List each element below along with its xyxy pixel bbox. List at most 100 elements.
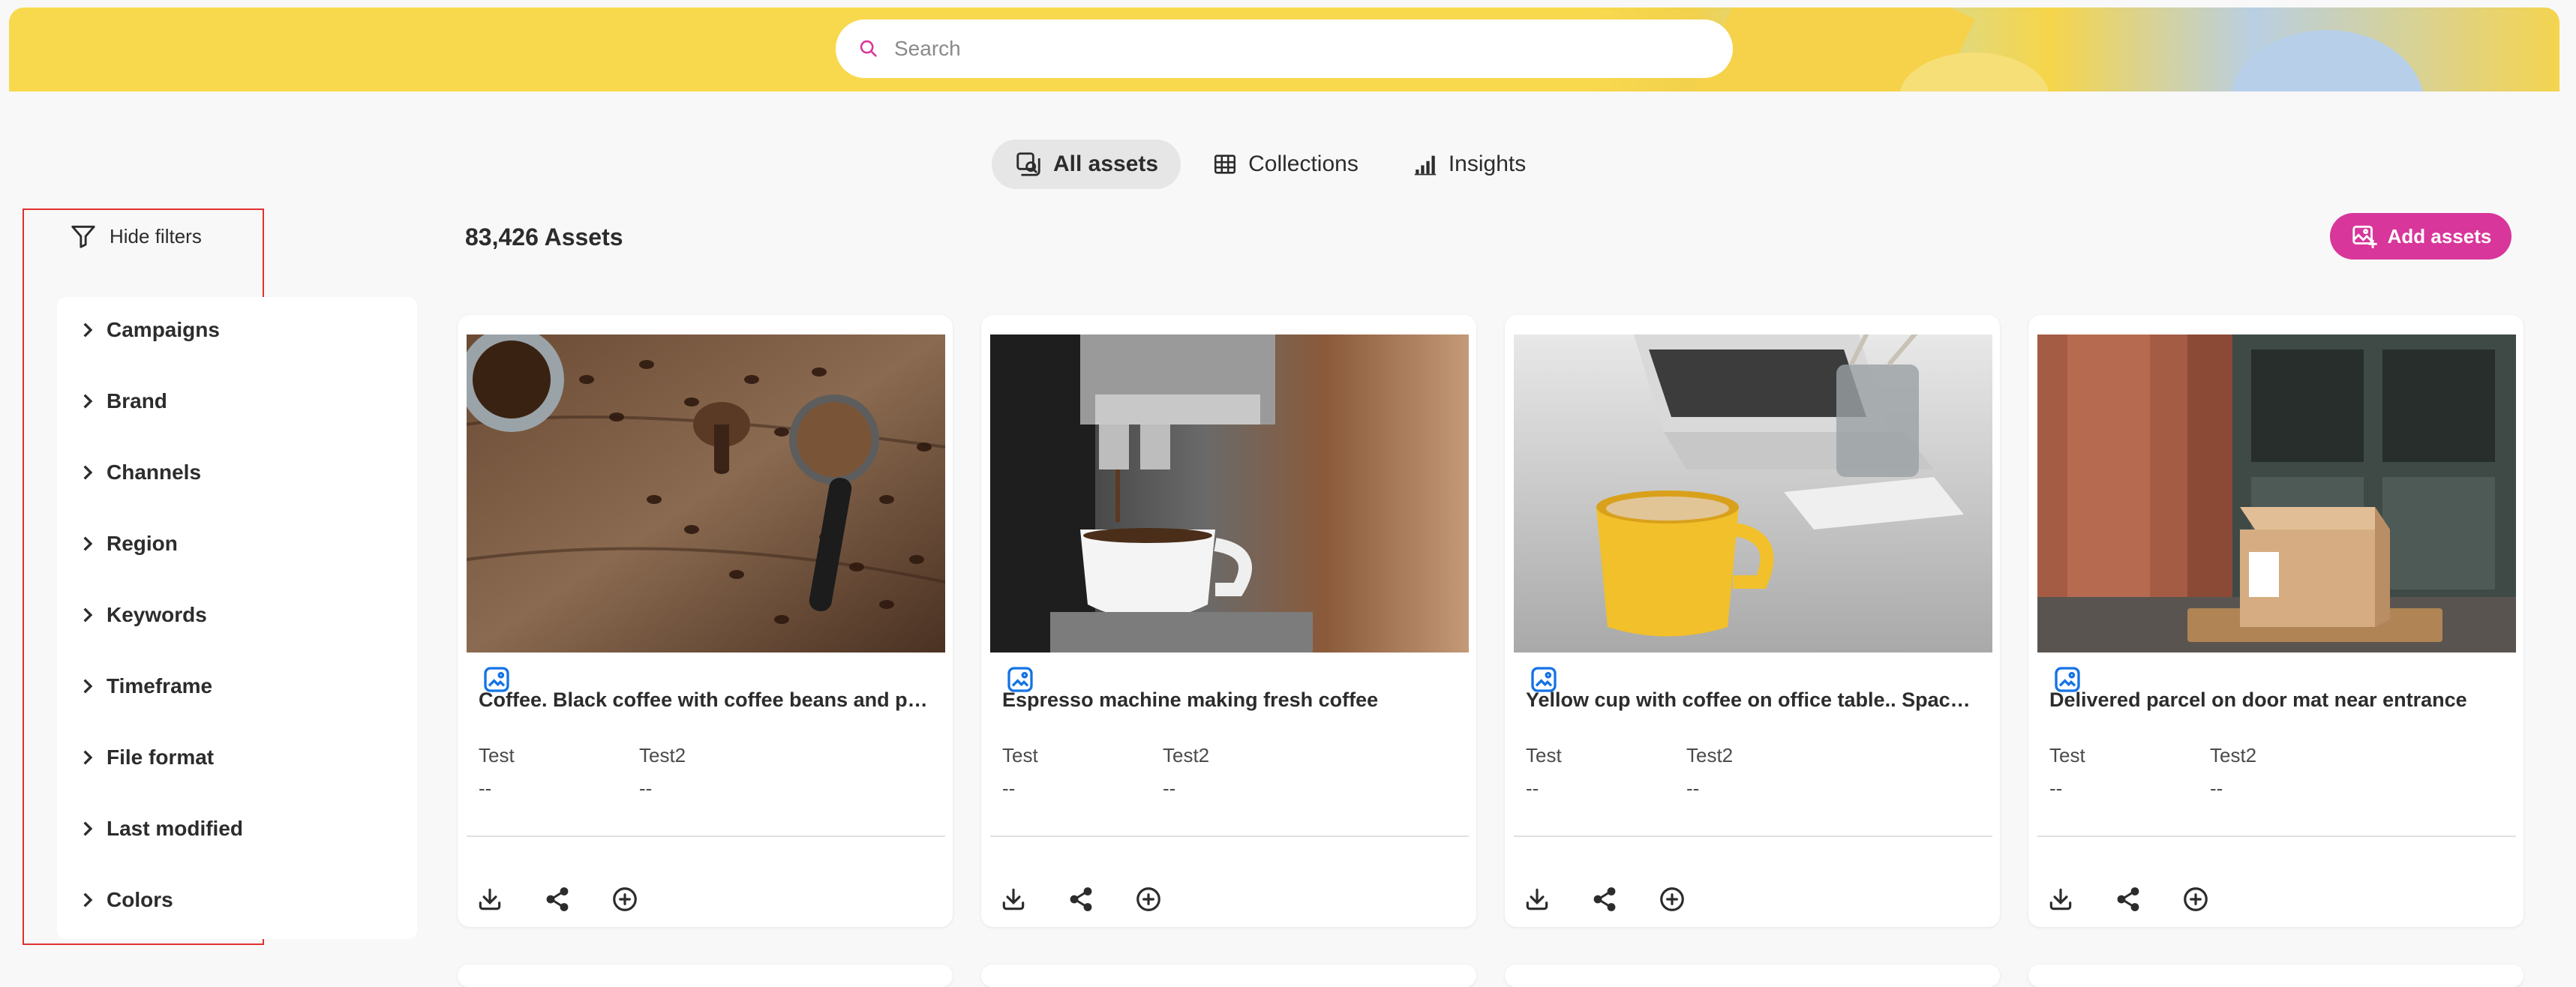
add-circle-icon (2184, 887, 2208, 911)
asset-thumbnail[interactable] (467, 334, 945, 652)
meta-value: -- (1002, 777, 1016, 800)
download-button[interactable] (2045, 884, 2076, 915)
view-tabs: All assets Collections Insights (992, 140, 1548, 189)
chevron-right-icon (83, 892, 93, 908)
meta-value: -- (1163, 777, 1176, 800)
card-actions (2045, 884, 2211, 915)
share-button[interactable] (542, 884, 573, 915)
asset-card[interactable]: Delivered parcel on door mat near entran… (2028, 315, 2523, 927)
all-assets-icon (1016, 152, 1040, 176)
share-icon (1070, 887, 1092, 911)
grid-icon (1214, 154, 1236, 174)
tab-label: All assets (1053, 152, 1159, 176)
chevron-right-icon (83, 679, 93, 694)
card-actions (474, 884, 641, 915)
meta-label: Test2 (1686, 744, 1734, 766)
bar-chart-icon (1414, 155, 1436, 176)
facet-label: Last modified (107, 817, 244, 840)
meta-label: Test (1002, 744, 1038, 766)
add-to-collection-button[interactable] (2180, 884, 2211, 915)
asset-card[interactable]: Espresso machine making fresh coffee Tes… (981, 315, 1476, 927)
facet-label: Colors (107, 888, 173, 911)
meta-value: -- (1686, 777, 1700, 800)
download-button[interactable] (1521, 884, 1553, 915)
facet-campaigns[interactable]: Campaigns (81, 318, 220, 342)
meta-label: Test2 (2210, 744, 2257, 766)
facet-label: Brand (107, 389, 167, 412)
chevron-right-icon (83, 750, 93, 765)
asset-title: Coffee. Black coffee with coffee beans a… (479, 688, 929, 711)
divider (1514, 836, 1992, 837)
tab-label: Collections (1248, 152, 1359, 176)
meta-value: -- (1526, 777, 1539, 800)
asset-title: Delivered parcel on door mat near entran… (2049, 688, 2467, 711)
search-input[interactable] (893, 36, 1646, 62)
meta-label: Test2 (639, 744, 686, 766)
add-to-collection-button[interactable] (1133, 884, 1164, 915)
tab-collections[interactable]: Collections (1190, 140, 1381, 189)
asset-count: 83,426 Assets (465, 224, 623, 250)
asset-card[interactable]: Coffee. Black coffee with coffee beans a… (458, 315, 953, 927)
meta-value: -- (2049, 777, 2063, 800)
asset-card-partial (981, 964, 1476, 987)
download-button[interactable] (998, 884, 1029, 915)
facet-colors[interactable]: Colors (81, 888, 173, 912)
hide-filters-button[interactable]: Hide filters (69, 222, 202, 250)
meta-label: Test (1526, 744, 1562, 766)
chevron-right-icon (83, 322, 93, 338)
share-icon (546, 887, 569, 911)
meta-value: -- (2210, 777, 2223, 800)
share-button[interactable] (1065, 884, 1097, 915)
facet-label: Keywords (107, 603, 207, 626)
download-icon (2049, 888, 2072, 910)
facet-label: Campaigns (107, 318, 220, 341)
facet-label: Timeframe (107, 674, 213, 698)
divider (2037, 836, 2516, 837)
asset-card-partial (458, 964, 953, 987)
facet-channels[interactable]: Channels (81, 460, 201, 484)
tab-all-assets[interactable]: All assets (992, 140, 1181, 189)
add-assets-button[interactable]: Add assets (2330, 213, 2511, 260)
add-circle-icon (613, 887, 637, 911)
download-button[interactable] (474, 884, 506, 915)
asset-thumbnail[interactable] (990, 334, 1469, 652)
download-icon (479, 888, 501, 910)
add-circle-icon (1136, 887, 1160, 911)
card-actions (998, 884, 1164, 915)
facet-timeframe[interactable]: Timeframe (81, 674, 212, 698)
facet-file-format[interactable]: File format (81, 746, 214, 770)
filter-icon (71, 225, 95, 248)
meta-value: -- (479, 777, 492, 800)
chevron-right-icon (83, 394, 93, 409)
chevron-right-icon (83, 821, 93, 836)
facet-region[interactable]: Region (81, 532, 178, 556)
asset-thumbnail[interactable] (1514, 334, 1992, 652)
chevron-right-icon (83, 536, 93, 551)
facet-label: File format (107, 746, 215, 769)
tab-insights[interactable]: Insights (1390, 140, 1548, 189)
download-icon (1526, 888, 1548, 910)
add-assets-label: Add assets (2387, 224, 2492, 248)
facet-label: Region (107, 532, 178, 555)
meta-label: Test (479, 744, 515, 766)
add-to-collection-button[interactable] (609, 884, 641, 915)
search-bar[interactable] (836, 20, 1733, 78)
asset-card-partial (1505, 964, 2000, 987)
share-button[interactable] (1589, 884, 1620, 915)
asset-card-partial (2028, 964, 2523, 987)
asset-thumbnail[interactable] (2037, 334, 2516, 652)
facet-label: Channels (107, 460, 202, 484)
facet-last-modified[interactable]: Last modified (81, 817, 243, 841)
meta-label: Test (2049, 744, 2085, 766)
chevron-right-icon (83, 608, 93, 622)
facet-brand[interactable]: Brand (81, 389, 167, 413)
card-actions (1521, 884, 1688, 915)
tab-label: Insights (1448, 152, 1527, 176)
add-image-icon (2352, 225, 2377, 248)
share-button[interactable] (2112, 884, 2144, 915)
asset-card[interactable]: Yellow cup with coffee on office table..… (1505, 315, 2000, 927)
facet-keywords[interactable]: Keywords (81, 603, 207, 627)
add-to-collection-button[interactable] (1656, 884, 1688, 915)
asset-title: Espresso machine making fresh coffee (1002, 688, 1379, 711)
divider (990, 836, 1469, 837)
